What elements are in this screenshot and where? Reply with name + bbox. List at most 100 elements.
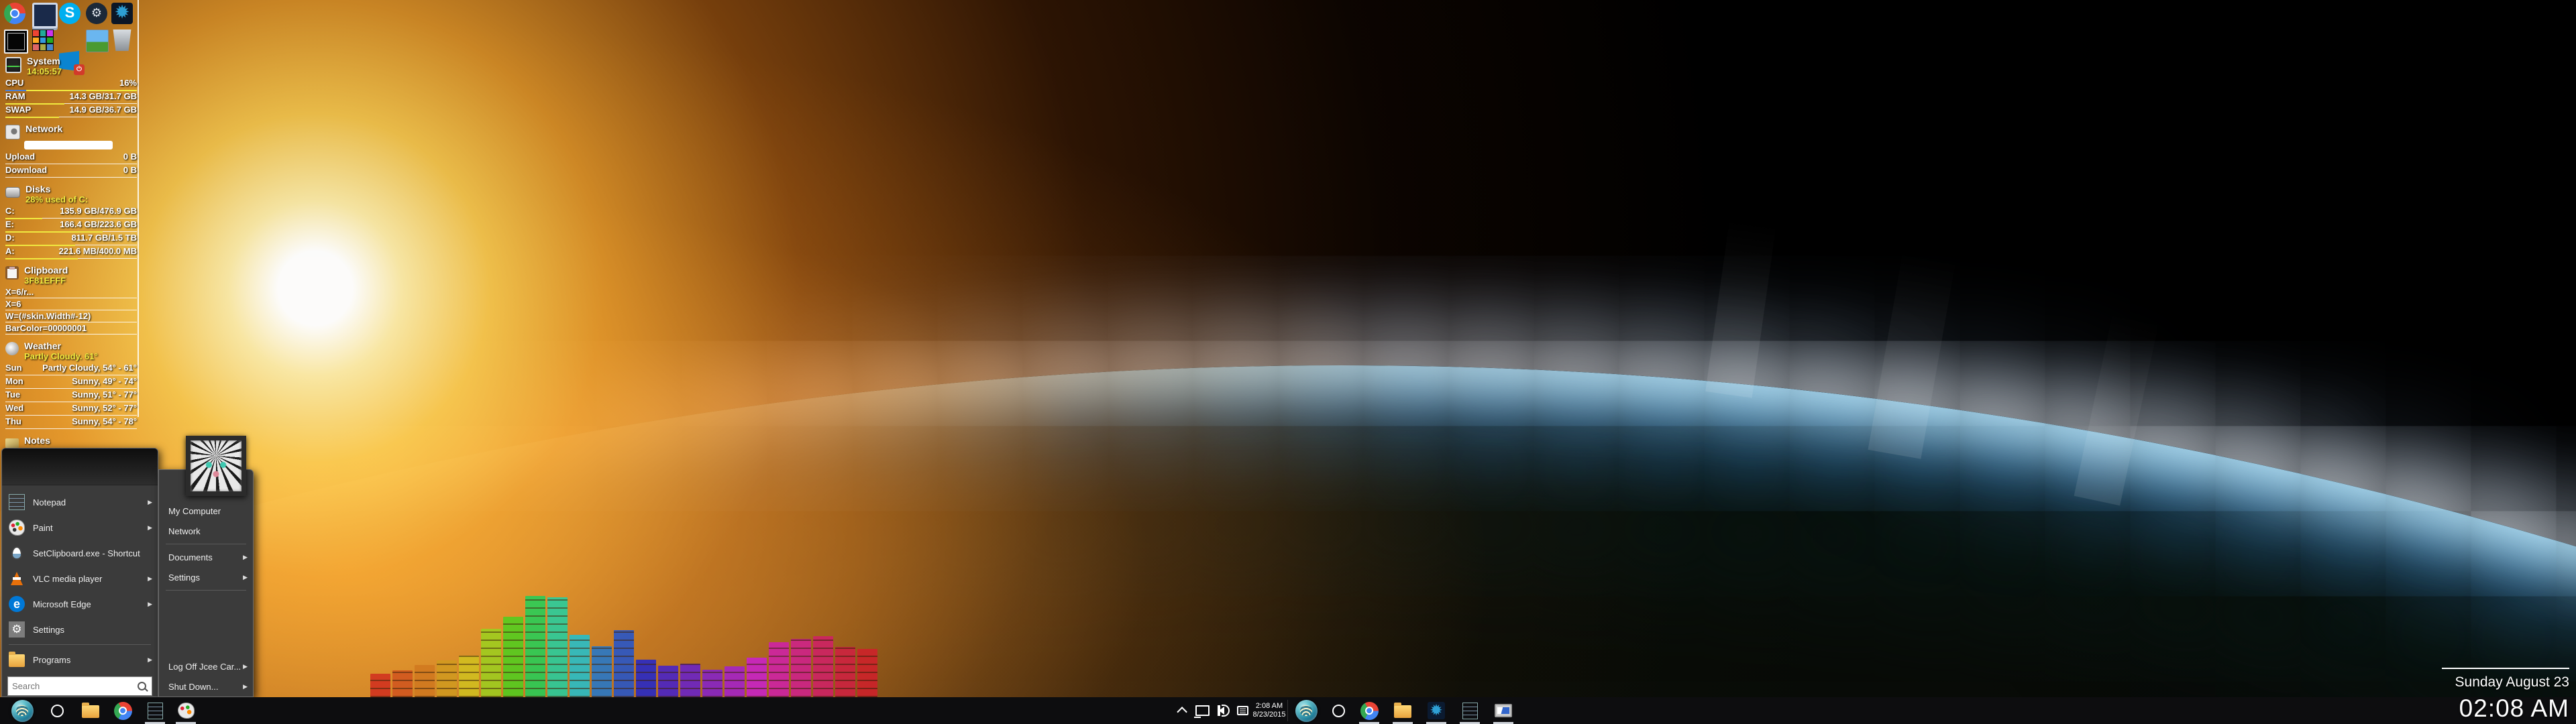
visualizer-bar: [702, 670, 722, 697]
widget-row-c: C:135.9 GB/476.9 GB: [5, 206, 137, 219]
tray-volume-icon[interactable]: [1212, 697, 1232, 724]
disks-title: Disks: [25, 184, 88, 194]
clipboard-line: W=(#skin.Width#-12): [5, 311, 137, 323]
droplet-icon: [11, 546, 22, 560]
submenu-arrow-icon: ▶: [148, 499, 152, 506]
submenu-item-settings[interactable]: Settings▶: [159, 567, 253, 587]
taskbar-start-orb-icon[interactable]: [1291, 697, 1322, 724]
tray-action-center-icon[interactable]: [1233, 697, 1252, 724]
desktop-icon-chrome-icon[interactable]: [4, 3, 25, 24]
edge-icon: e: [9, 596, 25, 612]
desktop-icon-app-tiles-icon[interactable]: [32, 29, 54, 51]
desktop-icon-window-frames-icon[interactable]: [4, 29, 28, 54]
taskbar-chrome-icon[interactable]: [107, 697, 138, 724]
menu-item-programs[interactable]: Programs▶: [2, 647, 158, 672]
tray-time: 2:08 AM: [1256, 702, 1283, 711]
visualizer-bar: [459, 656, 479, 697]
submenu-arrow-icon: ▶: [243, 663, 248, 670]
notes-title: Notes: [24, 436, 50, 446]
weather-current: Partly Cloudy. 61°: [24, 351, 98, 361]
submenu-arrow-icon: ▶: [148, 601, 152, 608]
system-time: 14:05:57: [27, 66, 62, 76]
tray-network-icon[interactable]: [1193, 697, 1212, 724]
tray-date: 8/23/2015: [1253, 711, 1286, 719]
submenu-arrow-icon: ▶: [148, 656, 152, 664]
submenu-item-documents[interactable]: Documents▶: [159, 547, 253, 567]
taskbar-cortana-ring-icon[interactable]: [1323, 697, 1354, 724]
widget-row-cpu: CPU16%: [5, 78, 137, 91]
submenu-item-log-off-jcee-car[interactable]: Log Off Jcee Car...▶: [159, 656, 253, 676]
visualizer-bar: [481, 629, 501, 697]
tray-clock[interactable]: 2:08 AM 8/23/2015: [1252, 697, 1287, 724]
taskbar-system-monitor-icon[interactable]: [1488, 697, 1519, 724]
menu-item-paint[interactable]: Paint▶: [2, 515, 158, 540]
widget-row-download: Download0 B: [5, 165, 137, 178]
widget-row-ram: RAM14.3 GB/31.7 GB: [5, 91, 137, 105]
visualizer-bar: [857, 649, 877, 697]
visualizer-bar: [747, 658, 767, 697]
clock-time: 02:08 AM: [2442, 695, 2569, 723]
desktop-icon-steam-icon[interactable]: ⚙: [86, 3, 107, 24]
desktop-icon-my-computer-icon[interactable]: [32, 3, 58, 28]
disks-icon: [5, 187, 20, 198]
submenu-item-shut-down[interactable]: Shut Down...▶: [159, 676, 253, 697]
taskbar-battlenet-icon[interactable]: ✹: [1421, 697, 1452, 724]
network-icon: [5, 125, 20, 139]
taskbar: ✹ 2:08 AM 8/23/2015: [0, 697, 2576, 724]
visualizer-bar: [370, 674, 390, 697]
submenu-item-my-computer[interactable]: My Computer: [159, 501, 253, 521]
visualizer-bar: [525, 596, 545, 697]
menu-item-setclipboard-exe-shortcut[interactable]: SetClipboard.exe - Shortcut: [2, 540, 158, 566]
widget-row-d: D:811.7 GB/1.5 TB: [5, 233, 137, 246]
clock-widget: Sunday August 23 02:08 AM: [2442, 668, 2569, 723]
system-title: System: [27, 56, 62, 66]
menu-item-notepad[interactable]: Notepad▶: [2, 489, 158, 515]
clipboard-line: BarColor=00000001: [5, 323, 137, 335]
search-icon[interactable]: [138, 682, 146, 690]
menu-item-settings[interactable]: ⚙Settings: [2, 617, 158, 642]
start-menu-header: [2, 448, 158, 485]
widget-row-a: A:221.6 MB/400.0 MB: [5, 246, 137, 259]
menu-item-microsoft-edge[interactable]: eMicrosoft Edge▶: [2, 591, 158, 617]
visualizer-bar: [813, 636, 833, 697]
clipboard-value: 3F81EFFF: [24, 276, 68, 286]
weather-icon: [5, 342, 19, 355]
submenu-arrow-icon: ▶: [148, 575, 152, 583]
taskbar-notepad-icon[interactable]: [140, 697, 170, 724]
widget-row-wed: WedSunny, 52° - 77°: [5, 403, 137, 416]
visualizer-bar: [570, 635, 590, 697]
desktop-icon-skype-icon[interactable]: S: [59, 3, 80, 24]
visualizer-bar: [392, 670, 413, 697]
menu-separator: [9, 644, 151, 645]
visualizer-bar: [769, 642, 789, 697]
submenu-arrow-icon: ▶: [243, 683, 248, 690]
submenu-item-network[interactable]: Network: [159, 521, 253, 541]
taskbar-file-explorer-icon[interactable]: [75, 697, 106, 724]
taskbar-cortana-ring-icon[interactable]: [42, 697, 72, 724]
tray-hidden-icons-chevron[interactable]: [1174, 697, 1191, 724]
taskbar-file-explorer-icon[interactable]: [1387, 697, 1418, 724]
menu-item-vlc-media-player[interactable]: VLC media player▶: [2, 566, 158, 591]
clipboard-title: Clipboard: [24, 265, 68, 276]
widget-row-tue: TueSunny, 51° - 77°: [5, 389, 137, 403]
desktop-icon-windows-xp-display-icon[interactable]: [86, 29, 109, 52]
clipboard-line: X=6/r...: [5, 287, 137, 299]
gear-icon: ⚙: [9, 621, 25, 638]
search-input[interactable]: [8, 681, 136, 691]
desktop-icon-battlenet-icon[interactable]: ✹: [111, 3, 133, 24]
clipboard-icon: [5, 266, 19, 280]
taskbar-start-orb-icon[interactable]: [7, 697, 38, 724]
search-box[interactable]: [7, 676, 152, 696]
rainmeter-widget: System 14:05:57 CPU16%RAM14.3 GB/31.7 GB…: [5, 56, 137, 449]
taskbar-chrome-icon[interactable]: [1354, 697, 1385, 724]
taskbar-paint-icon[interactable]: [170, 697, 201, 724]
visualizer-bar: [592, 646, 612, 697]
submenu-arrow-icon: ▶: [243, 574, 248, 581]
clock-separator-line: [2442, 668, 2569, 669]
widget-row-mon: MonSunny, 49° - 74°: [5, 376, 137, 389]
taskbar-notepad-icon[interactable]: [1454, 697, 1485, 724]
notes-icon: [5, 438, 19, 448]
network-ssid-redacted: [24, 141, 113, 149]
visualizer-bar: [791, 639, 811, 697]
widget-row-e: E:166.4 GB/223.6 GB: [5, 219, 137, 233]
